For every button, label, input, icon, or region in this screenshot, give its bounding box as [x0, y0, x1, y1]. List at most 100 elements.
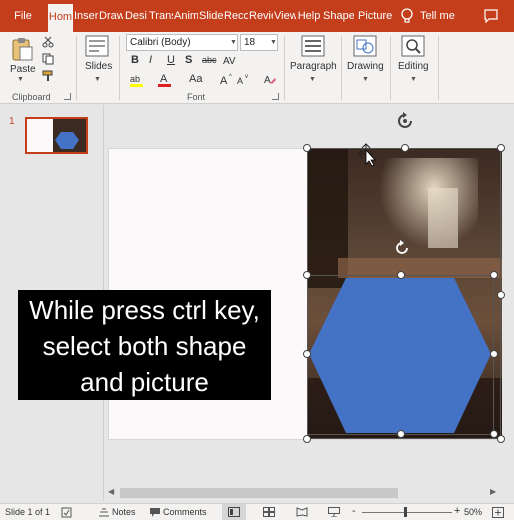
strikethrough-button[interactable]: abc: [202, 55, 217, 65]
underline-button[interactable]: U: [167, 54, 175, 66]
clear-formatting-icon[interactable]: A: [263, 72, 277, 86]
clipboard-group-label: Clipboard: [12, 92, 51, 102]
resize-handle[interactable]: [497, 144, 505, 152]
mouse-cursor-icon: [358, 143, 376, 166]
font-size-dropdown-arrow[interactable]: ▼: [270, 39, 277, 46]
paste-button[interactable]: Paste: [10, 64, 36, 75]
thumbnail-number: 1: [9, 116, 15, 127]
resize-handle[interactable]: [303, 271, 311, 279]
tab-animations[interactable]: Anim: [174, 0, 198, 32]
normal-view-icon: [228, 507, 240, 517]
editing-dropdown-arrow[interactable]: ▼: [410, 76, 417, 83]
slide-sorter-icon[interactable]: [263, 507, 275, 517]
scrollbar-thumb[interactable]: [120, 488, 398, 498]
resize-handle[interactable]: [397, 430, 405, 438]
rotate-handle-icon[interactable]: [393, 239, 411, 257]
drawing-shapes-icon[interactable]: [353, 35, 377, 57]
editing-button[interactable]: Editing: [398, 61, 429, 72]
resize-handle[interactable]: [303, 350, 311, 358]
resize-handle[interactable]: [490, 430, 498, 438]
resize-handle[interactable]: [497, 291, 505, 299]
svg-text:ab: ab: [130, 74, 140, 84]
paragraph-button[interactable]: Paragraph: [290, 61, 337, 72]
paste-dropdown-arrow[interactable]: ▼: [17, 76, 24, 83]
resize-handle[interactable]: [303, 144, 311, 152]
scroll-left-arrow[interactable]: ◀: [108, 487, 114, 496]
tell-me-search[interactable]: Tell me: [420, 0, 460, 32]
comments-button[interactable]: Comments: [163, 507, 207, 517]
tab-home[interactable]: Hom: [48, 4, 73, 32]
highlight-icon[interactable]: ab: [129, 72, 145, 88]
tab-design[interactable]: Desi: [124, 0, 148, 32]
drawing-dropdown-arrow[interactable]: ▼: [362, 76, 369, 83]
font-color-icon[interactable]: A: [157, 72, 173, 88]
svg-text:A: A: [237, 76, 243, 86]
tab-insert[interactable]: Inser: [74, 0, 98, 32]
text-shadow-button[interactable]: S: [185, 54, 192, 66]
tab-review[interactable]: Revie: [249, 0, 273, 32]
slides-button[interactable]: Slides: [85, 61, 112, 72]
italic-button[interactable]: I: [149, 54, 152, 66]
scroll-right-arrow[interactable]: ▶: [490, 487, 496, 496]
character-spacing-icon[interactable]: AV: [222, 53, 246, 67]
paste-icon[interactable]: [10, 36, 34, 62]
resize-handle[interactable]: [497, 435, 505, 443]
comments-icon[interactable]: [149, 507, 161, 518]
format-painter-icon[interactable]: [42, 70, 54, 82]
slides-dropdown-arrow[interactable]: ▼: [94, 76, 101, 83]
resize-handle[interactable]: [397, 271, 405, 279]
slideshow-view-icon[interactable]: [328, 507, 340, 517]
ribbon-home: Paste ▼ Clipboard Slides ▼ Calibri (Body…: [0, 32, 514, 104]
font-name-box[interactable]: Calibri (Body): [126, 34, 238, 51]
separator: [341, 36, 342, 100]
new-slide-icon[interactable]: [85, 35, 109, 57]
tab-picture-format[interactable]: Picture: [358, 0, 392, 32]
zoom-slider-thumb[interactable]: [404, 507, 407, 517]
drawing-button[interactable]: Drawing: [347, 61, 384, 72]
spellcheck-icon[interactable]: [61, 507, 72, 518]
tab-help[interactable]: Help: [297, 0, 321, 32]
paragraph-icon[interactable]: [301, 35, 325, 57]
bold-button[interactable]: B: [131, 54, 139, 66]
tutorial-caption: While press ctrl key, select both shape …: [18, 290, 271, 400]
cut-icon[interactable]: [42, 36, 54, 48]
font-name-dropdown-arrow[interactable]: ▼: [230, 39, 237, 46]
zoom-out-button[interactable]: -: [352, 505, 356, 517]
decrease-font-icon[interactable]: Av: [236, 72, 252, 86]
tab-draw[interactable]: Draw: [99, 0, 123, 32]
notes-icon[interactable]: [98, 508, 110, 517]
font-group-label: Font: [187, 92, 206, 102]
status-bar: Slide 1 of 1 Notes Comments - + 50%: [0, 503, 514, 520]
tab-shape-format[interactable]: Shape: [323, 0, 354, 32]
tab-slideshow[interactable]: Slide: [199, 0, 223, 32]
paragraph-dropdown-arrow[interactable]: ▼: [309, 76, 316, 83]
change-case-button[interactable]: Aa: [189, 73, 202, 85]
zoom-level[interactable]: 50%: [464, 507, 482, 517]
powerpoint-window: File Hom Inser Draw Desi Trans Anim Slid…: [0, 0, 514, 520]
tab-view[interactable]: View: [274, 0, 296, 32]
fit-to-window-icon[interactable]: [492, 507, 504, 518]
tab-record[interactable]: Reco: [224, 0, 248, 32]
resize-handle[interactable]: [490, 271, 498, 279]
font-launcher[interactable]: [272, 93, 279, 100]
comment-icon[interactable]: [484, 9, 498, 23]
tab-file[interactable]: File: [8, 0, 38, 32]
slide-thumbnail[interactable]: [25, 117, 88, 154]
resize-handle[interactable]: [490, 350, 498, 358]
resize-handle[interactable]: [303, 435, 311, 443]
resize-handle[interactable]: [401, 144, 409, 152]
reading-view-icon[interactable]: [296, 507, 308, 517]
separator: [390, 36, 391, 100]
increase-font-icon[interactable]: A ^: [219, 72, 235, 86]
clipboard-launcher[interactable]: [64, 93, 71, 100]
copy-icon[interactable]: [42, 53, 54, 65]
zoom-in-button[interactable]: +: [454, 505, 460, 517]
lightbulb-icon[interactable]: [400, 8, 414, 24]
separator: [438, 36, 439, 100]
notes-button[interactable]: Notes: [112, 507, 136, 517]
search-icon[interactable]: [401, 35, 425, 57]
tab-transitions[interactable]: Trans: [149, 0, 173, 32]
rotate-handle-icon[interactable]: [394, 110, 416, 132]
svg-text:AV: AV: [223, 56, 236, 67]
zoom-slider[interactable]: [362, 512, 452, 513]
